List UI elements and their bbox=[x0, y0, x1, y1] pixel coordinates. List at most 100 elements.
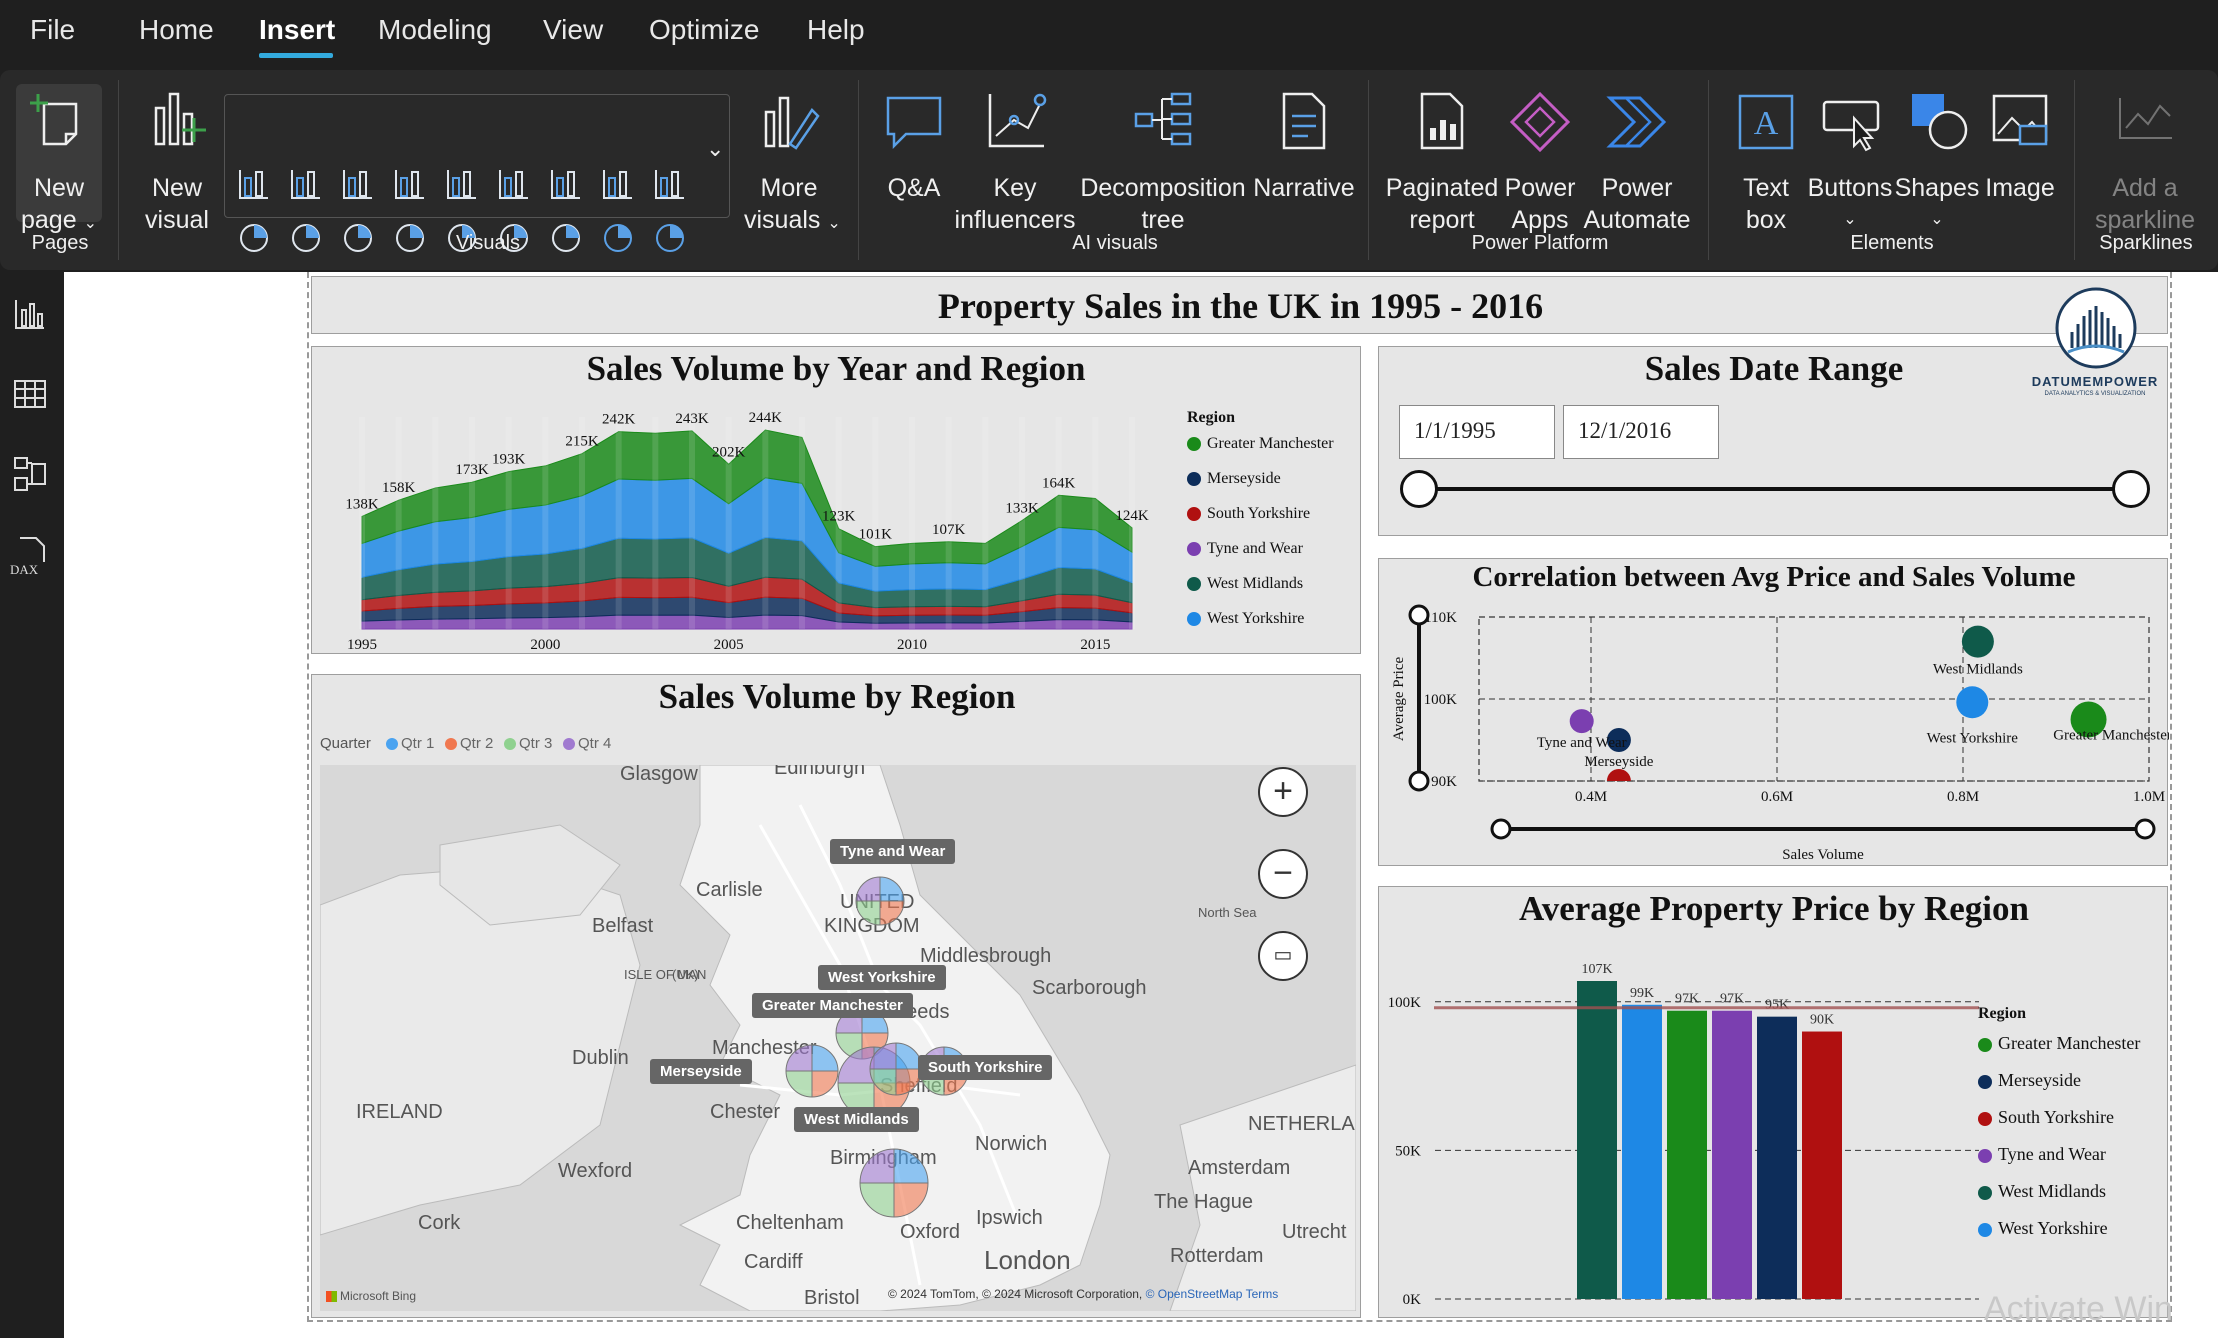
end-date-input[interactable]: 12/1/2016 bbox=[1563, 405, 1719, 459]
scatter-point-west-yorkshire[interactable] bbox=[1956, 686, 1989, 719]
report-view-icon[interactable] bbox=[12, 296, 48, 332]
bar-legend-item[interactable]: West Midlands bbox=[1978, 1181, 2106, 1202]
area-legend-item[interactable]: West Yorkshire bbox=[1187, 610, 1304, 628]
bar-greater-manchester[interactable] bbox=[1667, 1010, 1707, 1299]
menu-insert[interactable]: Insert bbox=[259, 14, 335, 46]
map-pie-slice[interactable] bbox=[811, 1044, 839, 1072]
multirow-card-icon[interactable] bbox=[548, 220, 584, 256]
area-chart-icon[interactable] bbox=[600, 166, 636, 202]
paginated-report-button[interactable]: Paginated report bbox=[1382, 88, 1502, 234]
clustered-bar-icon[interactable] bbox=[340, 166, 376, 202]
shapes-button[interactable]: Shapes ⌄ bbox=[1894, 88, 1980, 228]
map-pie-slice[interactable] bbox=[811, 1070, 839, 1098]
buttons-button[interactable]: Buttons ⌄ bbox=[1806, 88, 1894, 228]
map-pie-slice[interactable] bbox=[837, 1046, 875, 1084]
gallery-expand-button[interactable]: ⌄ bbox=[700, 96, 730, 216]
start-date-input[interactable]: 1/1/1995 bbox=[1399, 405, 1555, 459]
openstreetmap-link[interactable]: © OpenStreetMap bbox=[1146, 1287, 1243, 1301]
new-visual-button[interactable]: New visual bbox=[134, 88, 220, 234]
power-apps-button[interactable]: Power Apps bbox=[1502, 88, 1578, 234]
clustered-column-icon[interactable] bbox=[392, 166, 428, 202]
menu-optimize[interactable]: Optimize bbox=[649, 14, 759, 46]
scatter-point-south-yorkshire[interactable] bbox=[1606, 769, 1631, 793]
power-automate-button[interactable]: Power Automate bbox=[1582, 88, 1692, 234]
area-legend-item[interactable]: South Yorkshire bbox=[1187, 505, 1310, 523]
area-data-label: 173K bbox=[455, 462, 489, 478]
bar-legend-item[interactable]: Merseyside bbox=[1978, 1070, 2081, 1091]
map-select-button[interactable]: ▭ bbox=[1258, 931, 1308, 981]
bar-west-midlands[interactable] bbox=[1577, 981, 1617, 1299]
map-pie-slice[interactable] bbox=[785, 1044, 813, 1072]
treemap-icon[interactable] bbox=[340, 220, 376, 256]
line-chart-icon[interactable] bbox=[548, 166, 584, 202]
bar-legend-item[interactable]: West Yorkshire bbox=[1978, 1218, 2108, 1239]
area-x-tick: 2000 bbox=[530, 637, 560, 653]
map-pie-slice[interactable] bbox=[893, 1148, 929, 1184]
more-visuals-button[interactable]: More visuals ⌄ bbox=[744, 88, 841, 234]
menu-home[interactable]: Home bbox=[139, 14, 214, 46]
map-pie-slice[interactable] bbox=[859, 1182, 895, 1218]
bar-legend-item[interactable]: South Yorkshire bbox=[1978, 1107, 2114, 1128]
map-pie-slice[interactable] bbox=[855, 900, 881, 926]
map-pie-slice[interactable] bbox=[859, 1148, 895, 1184]
map-pie-slice[interactable] bbox=[879, 876, 905, 902]
terms-link[interactable]: Terms bbox=[1246, 1287, 1279, 1301]
map-area[interactable]: Glasgow Edinburgh Carlisle Belfast ISLE OF M… bbox=[320, 765, 1356, 1311]
date-slider-end-handle[interactable] bbox=[2112, 470, 2150, 508]
new-page-button[interactable]: New page ⌄ bbox=[16, 84, 102, 234]
narrative-button[interactable]: Narrative bbox=[1246, 88, 1362, 218]
key-influencers-button[interactable]: Key influencers bbox=[950, 88, 1080, 234]
menu-file[interactable]: File bbox=[30, 14, 75, 46]
bar-tyne-and-wear[interactable] bbox=[1712, 1010, 1752, 1299]
line-column-icon[interactable] bbox=[496, 166, 532, 202]
qa-button[interactable]: Q&A bbox=[876, 88, 952, 218]
text-box-button[interactable]: A Text box bbox=[1724, 88, 1808, 234]
matrix-icon[interactable] bbox=[652, 220, 688, 256]
date-slider-start-handle[interactable] bbox=[1400, 470, 1438, 508]
map-legend-item[interactable]: Qtr 2 bbox=[445, 735, 493, 752]
bar-100-icon[interactable] bbox=[444, 166, 480, 202]
zoom-out-button[interactable]: − bbox=[1258, 849, 1308, 899]
map-pie-slice[interactable] bbox=[855, 876, 881, 902]
area-legend-item[interactable]: West Midlands bbox=[1187, 575, 1303, 593]
add-sparkline-button[interactable]: Add a sparkline bbox=[2090, 88, 2200, 234]
image-button[interactable]: Image bbox=[1980, 88, 2060, 218]
stacked-bar-icon[interactable] bbox=[236, 166, 272, 202]
bar-legend-item[interactable]: Tyne and Wear bbox=[1978, 1144, 2106, 1165]
scatter-x-slider-handle[interactable] bbox=[2134, 818, 2156, 840]
map-pie-slice[interactable] bbox=[879, 900, 905, 926]
bar-merseyside[interactable] bbox=[1757, 1016, 1797, 1299]
table-view-icon[interactable] bbox=[12, 376, 48, 412]
map-legend-item[interactable]: Qtr 4 bbox=[563, 735, 611, 752]
zoom-in-button[interactable]: + bbox=[1258, 767, 1308, 817]
scatter-x-slider-handle[interactable] bbox=[1490, 818, 1512, 840]
pie-chart-icon[interactable] bbox=[236, 220, 272, 256]
stacked-column-icon[interactable] bbox=[288, 166, 324, 202]
donut-chart-icon[interactable] bbox=[288, 220, 324, 256]
decomposition-tree-button[interactable]: Decomposition tree bbox=[1080, 88, 1246, 234]
bar-south-yorkshire[interactable] bbox=[1802, 1031, 1842, 1299]
area-legend-item[interactable]: Merseyside bbox=[1187, 470, 1281, 488]
map-pie-slice[interactable] bbox=[893, 1182, 929, 1218]
year-stripe bbox=[469, 417, 475, 629]
map-legend-item[interactable]: Qtr 1 bbox=[386, 735, 434, 752]
bar-legend-item[interactable]: Greater Manchester bbox=[1978, 1033, 2140, 1054]
area-legend-item[interactable]: Greater Manchester bbox=[1187, 435, 1334, 453]
scatter-point-west-midlands[interactable] bbox=[1961, 625, 1994, 658]
dax-query-view-icon[interactable]: DAX bbox=[8, 534, 52, 578]
menu-view[interactable]: View bbox=[543, 14, 603, 46]
scatter-y-slider-handle[interactable] bbox=[1408, 604, 1430, 626]
bar-west-yorkshire[interactable] bbox=[1622, 1004, 1662, 1299]
model-view-icon[interactable] bbox=[12, 454, 48, 494]
scatter-y-slider-handle[interactable] bbox=[1408, 770, 1430, 792]
menu-modeling[interactable]: Modeling bbox=[378, 14, 492, 46]
area-legend-item[interactable]: Tyne and Wear bbox=[1187, 540, 1303, 558]
menu-help[interactable]: Help bbox=[807, 14, 865, 46]
map-legend-item[interactable]: Qtr 3 bbox=[504, 735, 552, 752]
table-icon[interactable] bbox=[600, 220, 636, 256]
map-pie-slice[interactable] bbox=[785, 1070, 813, 1098]
date-slider-track[interactable] bbox=[1419, 487, 2131, 491]
map-icon[interactable] bbox=[392, 220, 428, 256]
funnel-icon[interactable] bbox=[652, 166, 688, 202]
scatter-point-tyne-and-wear[interactable] bbox=[1569, 709, 1594, 734]
